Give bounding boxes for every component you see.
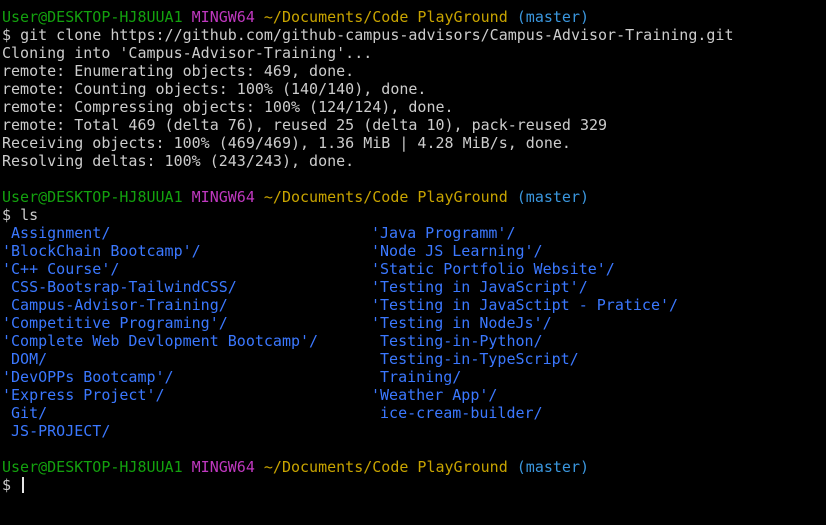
command-line: $ ls [2,206,826,224]
text-cursor [22,477,25,493]
ls-row: 'Complete Web Devlopment Bootcamp'/ Test… [2,332,826,350]
prompt-user-host: User@DESKTOP-HJ8UUA1 [2,8,183,26]
ls-row: 'Express Project'/ 'Weather App'/ [2,386,826,404]
ls-row: 'Competitive Programing'/ 'Testing in Nod… [2,314,826,332]
prompt-path: ~/Documents/Code PlayGround [263,458,508,476]
ls-entry: ice-cream-builder/ [371,404,543,422]
ls-entry: 'Weather App'/ [371,386,498,404]
prompt-line: User@DESKTOP-HJ8UUA1 MINGW64 ~/Documents… [2,8,826,26]
prompt-branch: (master) [516,458,590,476]
output-line: remote: Compressing objects: 100% (124/1… [2,98,454,116]
command-text: git clone https://github.com/github-camp… [20,26,734,44]
ls-row: 'C++ Course'/ 'Static Portfolio Website'/ [2,260,826,278]
prompt-user-host: User@DESKTOP-HJ8UUA1 [2,188,183,206]
ls-entry: Training/ [371,368,462,386]
prompt-path: ~/Documents/Code PlayGround [263,188,508,206]
prompt-system: MINGW64 [191,458,255,476]
ls-entry: JS-PROJECT/ [2,422,111,440]
ls-entry: 'DevOPPs Bootcamp'/ [2,368,174,386]
ls-row: Git/ ice-cream-builder/ [2,404,826,422]
output-line: remote: Enumerating objects: 469, done. [2,62,355,80]
ls-entry: 'Competitive Programing'/ [2,314,228,332]
command-line: $ git clone https://github.com/github-ca… [2,26,826,44]
ls-entry: 'Testing in JavaSctipt - Pratice'/ [371,296,679,314]
terminal-window[interactable]: User@DESKTOP-HJ8UUA1 MINGW64 ~/Documents… [0,0,826,525]
prompt-system: MINGW64 [191,188,255,206]
command-text: ls [20,206,39,224]
output-line: Resolving deltas: 100% (243/243), done. [2,152,355,170]
ls-entry: DOM/ [2,350,48,368]
ls-row: 'BlockChain Bootcamp'/ 'Node JS Learning'… [2,242,826,260]
ls-entry: Campus-Advisor-Training/ [2,296,228,314]
prompt-branch: (master) [516,188,590,206]
input-line[interactable]: $ [2,476,826,494]
prompt-user-host: User@DESKTOP-HJ8UUA1 [2,458,183,476]
ls-entry: Assignment/ [2,224,111,242]
prompt-symbol: $ [2,26,12,44]
output-line: remote: Total 469 (delta 76), reused 25 … [2,116,608,134]
ls-row: Campus-Advisor-Training/ 'Testing in Java… [2,296,826,314]
ls-entry: CSS-Bootsrap-TailwindCSS/ [2,278,237,296]
ls-entry: 'Testing in JavaScript'/ [371,278,588,296]
ls-entry: 'Static Portfolio Website'/ [371,260,615,278]
ls-entry: Testing-in-Python/ [371,332,543,350]
ls-row: JS-PROJECT/ [2,422,826,440]
prompt-line: User@DESKTOP-HJ8UUA1 MINGW64 ~/Documents… [2,458,826,476]
prompt-line: User@DESKTOP-HJ8UUA1 MINGW64 ~/Documents… [2,188,826,206]
prompt-system: MINGW64 [191,8,255,26]
output-line: Receiving objects: 100% (469/469), 1.36 … [2,134,571,152]
prompt-path: ~/Documents/Code PlayGround [263,8,508,26]
ls-entry: 'BlockChain Bootcamp'/ [2,242,201,260]
prompt-branch: (master) [516,8,590,26]
output-line: Cloning into 'Campus-Advisor-Training'..… [2,44,373,62]
ls-entry: 'Java Programm'/ [371,224,516,242]
ls-entry: 'Express Project'/ [2,386,165,404]
ls-entry: Git/ [2,404,48,422]
prompt-symbol: $ [2,476,12,494]
ls-entry: 'Testing in NodeJs'/ [371,314,552,332]
ls-row: DOM/ Testing-in-TypeScript/ [2,350,826,368]
ls-row: Assignment/ 'Java Programm'/ [2,224,826,242]
ls-row: 'DevOPPs Bootcamp'/ Training/ [2,368,826,386]
ls-row: CSS-Bootsrap-TailwindCSS/ 'Testing in Jav… [2,278,826,296]
ls-entry: Testing-in-TypeScript/ [371,350,579,368]
ls-entry: 'C++ Course'/ [2,260,120,278]
prompt-symbol: $ [2,206,12,224]
ls-entry: 'Node JS Learning'/ [371,242,543,260]
output-line: remote: Counting objects: 100% (140/140)… [2,80,427,98]
ls-entry: 'Complete Web Devlopment Bootcamp'/ [2,332,319,350]
